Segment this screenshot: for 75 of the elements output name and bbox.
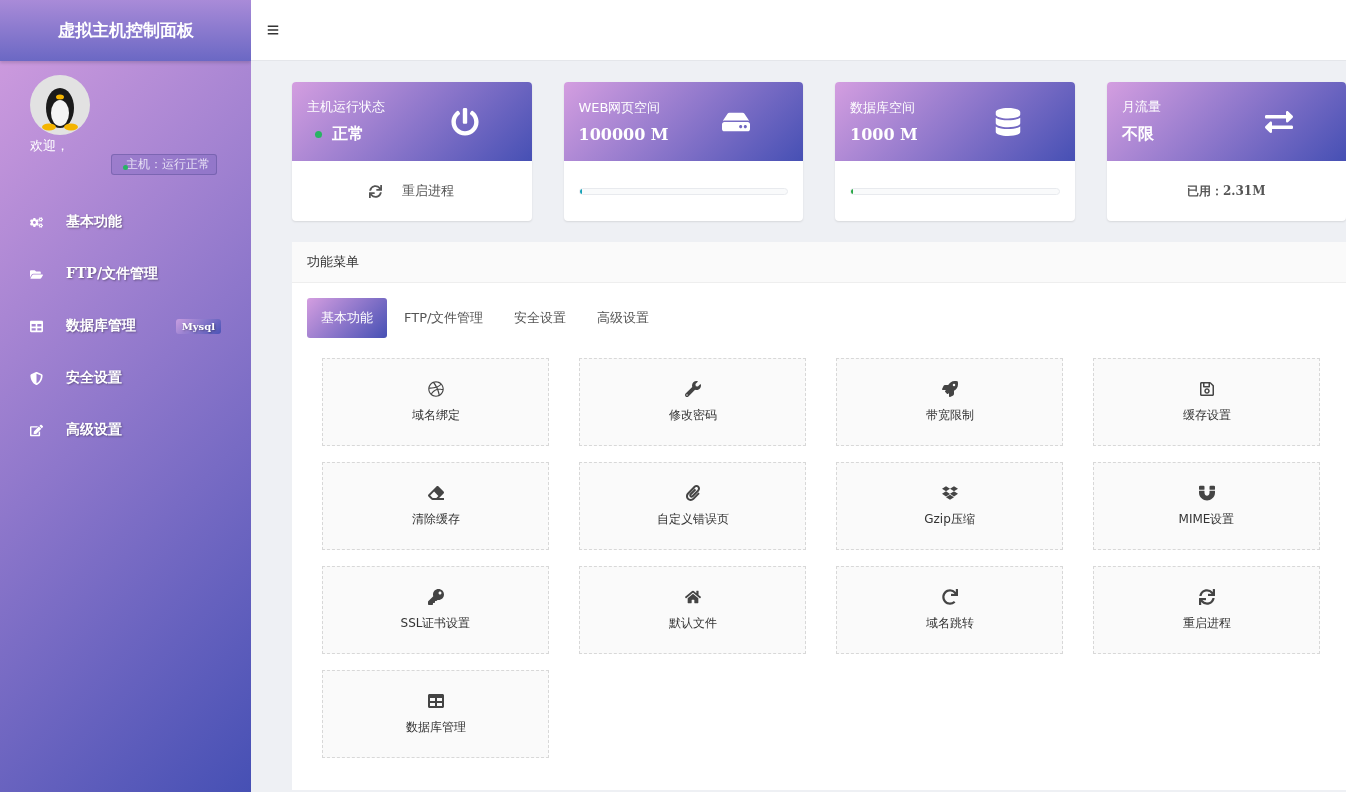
- key-icon: [427, 588, 444, 605]
- tile-label: SSL证书设置: [400, 614, 471, 632]
- nav-item[interactable]: 高级设置: [0, 404, 251, 456]
- card-title: WEB网页空间: [578, 99, 662, 117]
- tile-label: 重启进程: [1182, 614, 1231, 632]
- nav-badge: Mysql: [175, 318, 221, 334]
- function-tile[interactable]: 重启进程: [1093, 566, 1320, 654]
- paperclip-icon: [684, 484, 701, 501]
- card-title: 数据库空间: [850, 99, 916, 117]
- rocket-icon: [941, 380, 958, 397]
- nav-item[interactable]: 数据库管理 Mysql: [0, 300, 251, 352]
- function-tile[interactable]: 缓存设置: [1093, 358, 1320, 446]
- function-tile[interactable]: 数据库管理: [322, 670, 549, 758]
- nav-label: FTP/文件管理: [66, 265, 158, 283]
- edit-icon: [30, 423, 43, 437]
- nav-item[interactable]: 安全设置: [0, 352, 251, 404]
- function-tile[interactable]: 修改密码: [579, 358, 806, 446]
- tab[interactable]: FTP/文件管理: [390, 298, 498, 338]
- shield-icon: [30, 371, 43, 385]
- tab[interactable]: 安全设置: [500, 298, 581, 338]
- tab[interactable]: 基本功能: [307, 298, 387, 338]
- function-tile[interactable]: 域名绑定: [322, 358, 549, 446]
- menu-icon[interactable]: [267, 24, 279, 36]
- tile-label: MIME设置: [1178, 510, 1235, 528]
- function-tile[interactable]: SSL证书设置: [322, 566, 549, 654]
- usage-text: 已用：2.31M: [1187, 182, 1266, 200]
- eraser-icon: [427, 484, 444, 501]
- tile-label: 数据库管理: [405, 718, 466, 736]
- folder-icon: [30, 267, 43, 281]
- card-title: 主机运行状态: [307, 98, 385, 116]
- restart-button[interactable]: 重启进程: [369, 182, 455, 200]
- nav-label: 安全设置: [66, 369, 122, 387]
- tile-label: 清除缓存: [411, 510, 460, 528]
- host-status-label: 主机：运行正常: [111, 154, 217, 175]
- grid-icon: [30, 319, 43, 333]
- tile-label: 域名跳转: [925, 614, 974, 632]
- panel-header: 功能菜单: [292, 242, 1346, 283]
- tile-label: Gzip压缩: [924, 510, 975, 528]
- tile-label: 修改密码: [668, 406, 717, 424]
- card-title: 月流量: [1121, 98, 1161, 116]
- table-icon: [427, 692, 444, 709]
- tile-label: 自定义错误页: [656, 510, 729, 528]
- card-value: 100000 M: [578, 125, 669, 144]
- welcome-text: 欢迎，: [30, 137, 70, 155]
- panel-title: 虚拟主机控制面板: [0, 0, 251, 61]
- penguin-avatar: [30, 75, 90, 135]
- function-tile[interactable]: 带宽限制: [836, 358, 1063, 446]
- tile-label: 域名绑定: [411, 406, 460, 424]
- function-tile[interactable]: 自定义错误页: [579, 462, 806, 550]
- sync-icon: [369, 184, 383, 198]
- sync-icon: [1198, 588, 1215, 605]
- boxes-icon: [941, 484, 958, 501]
- card-value: 1000 M: [850, 125, 918, 144]
- card-value: 不限: [1121, 124, 1155, 145]
- nav-label: 基本功能: [66, 213, 122, 231]
- function-tile[interactable]: MIME设置: [1093, 462, 1320, 550]
- tab[interactable]: 高级设置: [583, 298, 664, 338]
- tile-label: 默认文件: [668, 614, 717, 632]
- house-icon: [684, 588, 701, 605]
- tile-label: 缓存设置: [1182, 406, 1231, 424]
- magnet-icon: [1198, 484, 1215, 501]
- function-tile[interactable]: 清除缓存: [322, 462, 549, 550]
- nav-label: 高级设置: [66, 421, 122, 439]
- database-icon: [993, 107, 1022, 136]
- function-tile[interactable]: 默认文件: [579, 566, 806, 654]
- tile-label: 带宽限制: [925, 406, 974, 424]
- redo-icon: [941, 588, 958, 605]
- function-tile[interactable]: Gzip压缩: [836, 462, 1063, 550]
- function-tile[interactable]: 域名跳转: [836, 566, 1063, 654]
- power-icon: [450, 107, 479, 136]
- wrench-icon: [684, 380, 701, 397]
- card-value: 正常: [332, 124, 364, 145]
- nav-label: 数据库管理: [66, 317, 136, 335]
- gears-icon: [30, 215, 43, 229]
- status-dot: [123, 165, 128, 170]
